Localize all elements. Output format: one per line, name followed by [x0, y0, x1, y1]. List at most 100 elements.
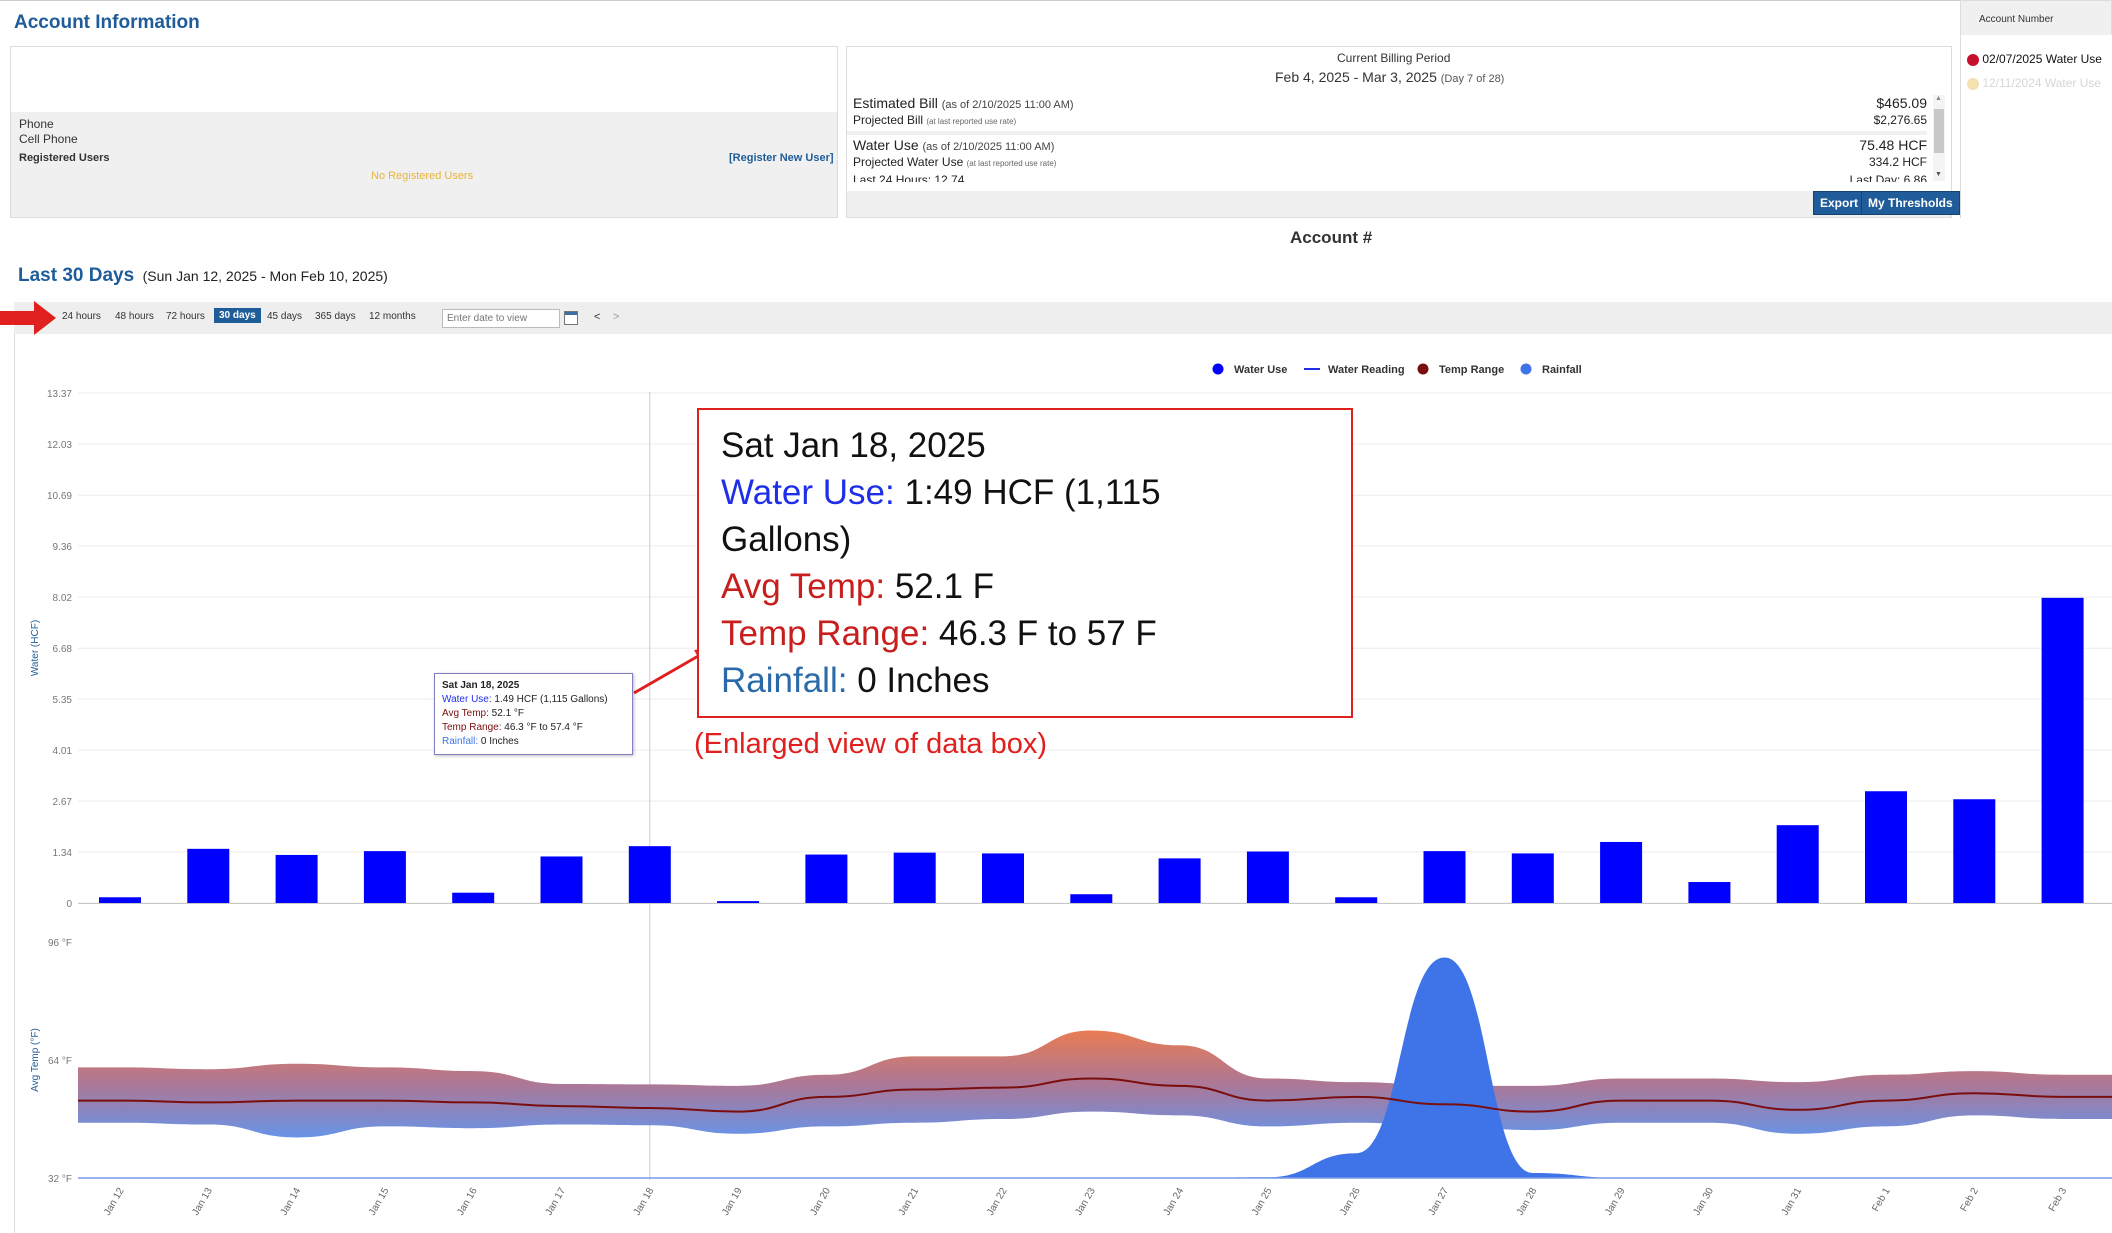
tooltip-range-label: Temp Range: — [442, 722, 502, 733]
callout-avg-label: Avg Temp: — [721, 567, 886, 606]
tooltip-water: Water Use: 1.49 HCF (1,115 Gallons) — [442, 693, 625, 707]
water-use-bar — [1423, 851, 1466, 903]
callout-water-label: Water Use: — [721, 473, 895, 512]
tooltip-rain-label: Rainfall: — [442, 736, 479, 747]
water-use-bar — [275, 854, 318, 903]
callout-avg-value: 52.1 F — [894, 567, 995, 606]
water-use-bar — [893, 852, 936, 903]
bar-ytick-label: 10.69 — [47, 491, 72, 502]
x-tick-label: Jan 20 — [808, 1186, 833, 1218]
callout-date: Sat Jan 18, 2025 — [721, 426, 986, 465]
water-use-bar — [2041, 597, 2084, 903]
x-tick-label: Jan 17 — [544, 1186, 569, 1218]
x-tick-label: Jan 26 — [1338, 1186, 1363, 1218]
temp-ytick-label: 32 °F — [48, 1174, 72, 1185]
callout-range-value: 46.3 F to 57 F — [938, 614, 1157, 653]
water-use-bar — [717, 901, 760, 903]
water-use-bar — [540, 856, 583, 903]
bar-ytick-label: 8.02 — [53, 593, 73, 604]
tooltip-water-label: Water Use: — [442, 694, 492, 705]
chart-tooltip: Sat Jan 18, 2025 Water Use: 1.49 HCF (1,… — [434, 673, 633, 755]
bar-ytick-label: 2.67 — [53, 797, 73, 808]
bar-ytick-label: 4.01 — [53, 746, 73, 757]
bar-ylabel: Water (HCF) — [30, 620, 41, 676]
tooltip-rain-value: 0 Inches — [480, 736, 519, 747]
legend-label: Water Reading — [1328, 364, 1405, 376]
annotation-arrow — [633, 653, 701, 695]
x-tick-label: Jan 16 — [455, 1186, 480, 1218]
legend-label: Temp Range — [1439, 364, 1504, 376]
tooltip-water-value: 1.49 HCF (1,115 Gallons) — [494, 694, 608, 705]
tooltip-date: Sat Jan 18, 2025 — [442, 680, 520, 691]
callout-water-2: Gallons) — [721, 520, 852, 559]
callout-water: Water Use: 1:49 HCF (1,115 — [721, 469, 1329, 516]
x-tick-label: Jan 29 — [1603, 1186, 1628, 1218]
water-use-bar — [363, 851, 406, 903]
legend-label: Rainfall — [1542, 364, 1582, 376]
water-use-bar — [1953, 799, 1996, 903]
water-use-bar — [1335, 897, 1378, 903]
page-root: Account Information Phone Cell Phone Reg… — [0, 0, 2112, 1233]
tooltip-rain: Rainfall: 0 Inches — [442, 735, 625, 749]
x-tick-label: Jan 18 — [632, 1186, 657, 1218]
callout-rain: Rainfall: 0 Inches — [721, 657, 1329, 704]
temp-ytick-label: 96 °F — [48, 938, 72, 949]
water-use-bar — [1070, 894, 1113, 903]
legend-marker — [1212, 363, 1224, 375]
legend-label: Water Use — [1234, 364, 1287, 376]
callout-avg: Avg Temp: 52.1 F — [721, 563, 1329, 610]
tooltip-avg-value: 52.1 °F — [491, 708, 525, 719]
bar-ytick-label: 13.37 — [47, 389, 72, 400]
x-tick-label: Jan 13 — [190, 1186, 215, 1218]
callout-rain-label: Rainfall: — [721, 661, 848, 700]
x-tick-label: Jan 12 — [102, 1186, 127, 1218]
tooltip-range-value: 46.3 °F to 57.4 °F — [504, 722, 583, 733]
bar-ytick-label: 12.03 — [47, 440, 72, 451]
bar-ytick-label: 1.34 — [53, 848, 73, 859]
water-use-bar — [99, 897, 141, 903]
temp-range-band — [78, 1030, 2112, 1138]
tooltip-range: Temp Range: 46.3 °F to 57.4 °F — [442, 721, 625, 735]
water-use-bar — [452, 892, 495, 903]
x-tick-label: Jan 23 — [1073, 1186, 1098, 1218]
temp-ylabel: Avg Temp (°F) — [30, 1028, 41, 1092]
water-use-bar — [1246, 851, 1289, 903]
bar-ytick-label: 6.68 — [53, 644, 73, 655]
legend-marker — [1520, 363, 1532, 375]
x-tick-label: Jan 27 — [1427, 1186, 1452, 1218]
x-tick-label: Jan 19 — [720, 1186, 745, 1218]
water-use-bar — [1688, 882, 1731, 903]
callout-range-label: Temp Range: — [721, 614, 930, 653]
x-tick-label: Feb 3 — [2047, 1186, 2070, 1214]
water-use-bar — [1511, 853, 1554, 903]
legend-marker — [1417, 363, 1429, 375]
water-use-bar — [1158, 858, 1201, 903]
x-tick-label: Jan 14 — [279, 1186, 304, 1218]
water-use-bar — [805, 854, 848, 903]
x-tick-label: Jan 22 — [985, 1186, 1010, 1218]
tooltip-avg-label: Avg Temp: — [442, 708, 489, 719]
x-tick-label: Jan 25 — [1250, 1186, 1275, 1218]
x-tick-label: Jan 28 — [1515, 1186, 1540, 1218]
callout-range: Temp Range: 46.3 F to 57 F — [721, 610, 1329, 657]
x-tick-label: Jan 31 — [1780, 1186, 1805, 1218]
enlarged-data-box: Sat Jan 18, 2025 Water Use: 1:49 HCF (1,… — [697, 408, 1353, 718]
water-use-bar — [1865, 791, 1907, 903]
water-use-bar — [628, 846, 671, 903]
water-use-bar — [187, 848, 230, 903]
x-tick-label: Jan 30 — [1691, 1186, 1716, 1218]
water-use-bar — [982, 853, 1024, 903]
x-tick-label: Jan 24 — [1162, 1186, 1187, 1218]
tooltip-avg: Avg Temp: 52.1 °F — [442, 707, 625, 721]
x-tick-label: Feb 1 — [1870, 1186, 1893, 1214]
bar-ytick-label: 9.36 — [53, 542, 73, 553]
bar-ytick-label: 0 — [66, 899, 72, 910]
temp-ytick-label: 64 °F — [48, 1056, 72, 1067]
water-use-bar — [1776, 825, 1819, 903]
bar-ytick-label: 5.35 — [53, 695, 73, 706]
x-tick-label: Feb 2 — [1959, 1186, 1982, 1214]
callout-water-value: 1:49 HCF (1,115 — [904, 473, 1161, 512]
callout-rain-value: 0 Inches — [857, 661, 990, 700]
callout-caption: (Enlarged view of data box) — [694, 728, 1048, 760]
water-use-bar — [1600, 841, 1643, 903]
